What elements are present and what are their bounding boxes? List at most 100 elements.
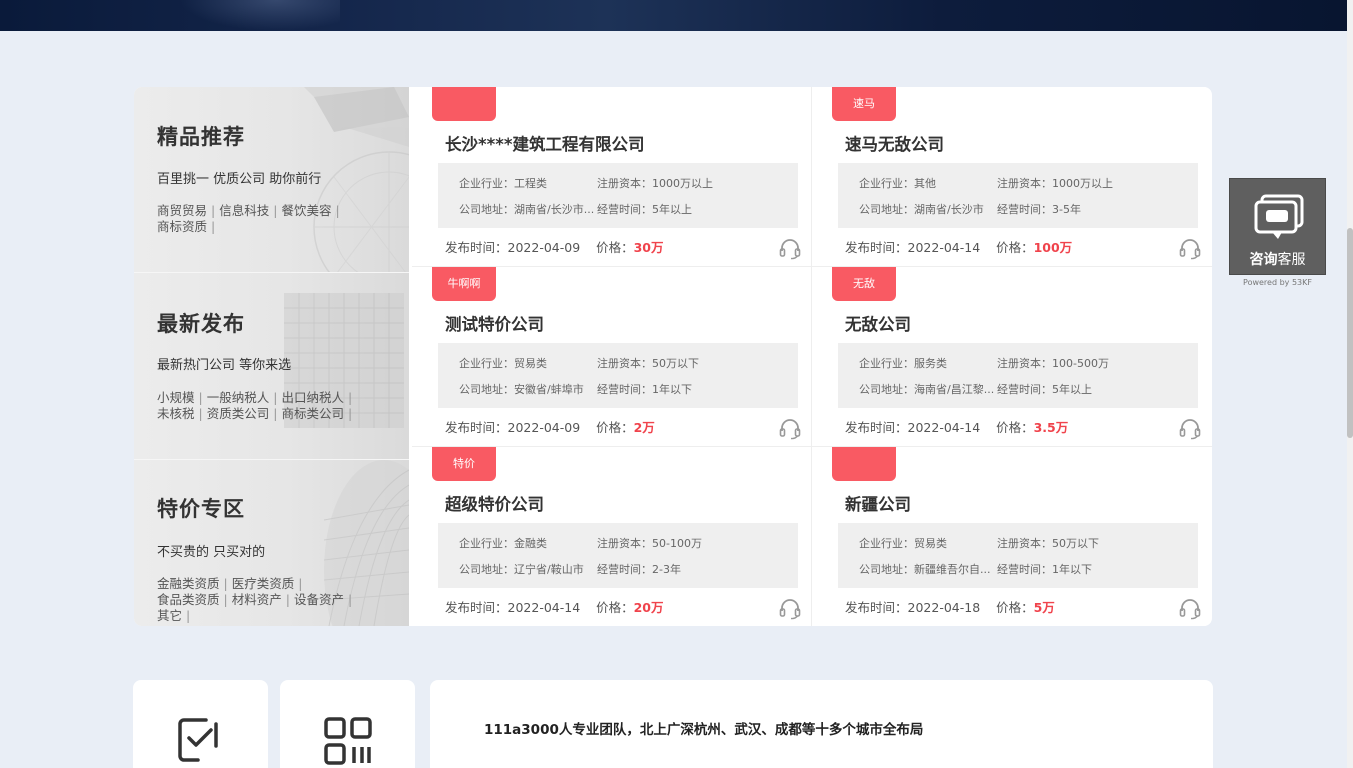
years-row: 经营时间：2-3年 (597, 563, 681, 576)
card-footer: 发布时间：2022-04-14 价格：3.5万 (845, 420, 1069, 435)
headset-icon[interactable] (778, 236, 802, 260)
team-headline: 111a3000人专业团队，北上广深杭州、武汉、成都等十多个城市全布局 (484, 722, 924, 738)
industry-value: 工程类 (514, 177, 547, 190)
industry-value: 其他 (914, 177, 936, 190)
industry-row: 企业行业：服务类 (859, 357, 947, 370)
tag-link[interactable]: 食品类资质 (157, 592, 220, 607)
industry-row: 企业行业：金融类 (459, 537, 547, 550)
tag-link[interactable]: 商标类公司 (281, 406, 344, 421)
headset-icon[interactable] (1178, 236, 1202, 260)
category-featured[interactable]: 精品推荐 百里挑一 优质公司 助你前行 商贸贸易 | 信息科技 | 餐饮美容 |商标资质 | (134, 87, 409, 273)
scrollbar-thumb[interactable] (1347, 228, 1353, 438)
tag-link[interactable]: 商贸贸易 (157, 203, 207, 218)
industry-value: 服务类 (914, 357, 947, 370)
tag-link[interactable]: 信息科技 (219, 203, 269, 218)
company-name[interactable]: 超级特价公司 (445, 491, 544, 515)
company-card[interactable]: 特价 超级特价公司 企业行业：金融类 注册资本：50-100万 公司地址：辽宁省… (412, 447, 811, 626)
address-row: 公司地址：安徽省/蚌埠市 (459, 383, 584, 396)
card-badge: 牛啊啊 (432, 267, 496, 301)
category-title: 精品推荐 (157, 125, 245, 149)
capital-value: 100-500万 (1052, 357, 1109, 370)
category-subtitle: 百里挑一 优质公司 助你前行 (157, 172, 322, 187)
publish-date: 2022-04-14 (907, 420, 981, 435)
category-title: 最新发布 (157, 312, 245, 336)
years-value: 2-3年 (652, 563, 681, 576)
company-info-box: 企业行业：工程类 注册资本：1000万以上 公司地址：湖南省/长沙市... 经营… (438, 163, 798, 228)
tag-link[interactable]: 设备资产 (294, 592, 344, 607)
company-name[interactable]: 长沙****建筑工程有限公司 (445, 131, 645, 155)
tag-link[interactable]: 餐饮美容 (281, 203, 331, 218)
category-tags: 金融类资质 | 医疗类资质 |食品类资质 | 材料资产 | 设备资产 |其它 | (157, 576, 353, 623)
tag-link[interactable]: 未核税 (157, 406, 195, 421)
tag-link[interactable]: 金融类资质 (157, 576, 220, 591)
company-name[interactable]: 测试特价公司 (445, 311, 544, 335)
company-card[interactable]: 牛啊啊 测试特价公司 企业行业：贸易类 注册资本：50万以下 公司地址：安徽省/… (412, 267, 811, 446)
category-latest[interactable]: 最新发布 最新热门公司 等你来选 小规模 | 一般纳税人 | 出口纳税人 |未核税 | 资质类… (134, 273, 409, 460)
address-row: 公司地址：新疆维吾尔自... (859, 563, 991, 576)
address-value: 安徽省/蚌埠市 (514, 383, 584, 396)
headset-icon[interactable] (1178, 596, 1202, 620)
tag-link[interactable]: 一般纳税人 (207, 390, 270, 405)
address-row: 公司地址：辽宁省/鞍山市 (459, 563, 584, 576)
company-info-box: 企业行业：其他 注册资本：1000万以上 公司地址：湖南省/长沙市 经营时间：3… (838, 163, 1198, 228)
address-value: 湖南省/长沙市... (514, 203, 595, 216)
price-value: 20万 (633, 600, 664, 615)
capital-row: 注册资本：100-500万 (997, 357, 1109, 370)
capital-row: 注册资本：1000万以上 (597, 177, 713, 190)
company-card[interactable]: 速马 速马无敌公司 企业行业：其他 注册资本：1000万以上 公司地址：湖南省/… (812, 87, 1211, 266)
online-service-button[interactable]: 咨询客服 (1229, 178, 1326, 275)
category-tags: 商贸贸易 | 信息科技 | 餐饮美容 |商标资质 | (157, 203, 340, 234)
category-subtitle: 不买贵的 只买对的 (157, 545, 266, 560)
publish-date: 2022-04-09 (507, 420, 581, 435)
price-value: 30万 (633, 240, 664, 255)
capital-value: 1000万以上 (652, 177, 713, 190)
address-row: 公司地址：湖南省/长沙市... (459, 203, 595, 216)
capital-row: 注册资本：1000万以上 (997, 177, 1113, 190)
card-badge (832, 447, 896, 481)
service-label: 咨询客服 (1249, 252, 1306, 268)
address-value: 辽宁省/鞍山市 (514, 563, 584, 576)
publish-date: 2022-04-14 (907, 240, 981, 255)
card-badge (432, 87, 496, 121)
category-subtitle: 最新热门公司 等你来选 (157, 358, 292, 373)
powered-by-text: Powered by 53KF (1243, 278, 1312, 287)
capital-value: 50万以下 (652, 357, 699, 370)
building-deco-image (284, 293, 404, 428)
publish-date: 2022-04-14 (507, 600, 581, 615)
category-special-price[interactable]: 特价专区 不买贵的 只买对的 金融类资质 | 医疗类资质 |食品类资质 | 材料资产 | 设备… (134, 460, 409, 626)
company-name[interactable]: 无敌公司 (845, 311, 911, 335)
tag-link[interactable]: 出口纳税人 (281, 390, 344, 405)
years-value: 1年以下 (652, 383, 692, 396)
headset-icon[interactable] (1178, 416, 1202, 440)
qr-code-icon (324, 717, 372, 765)
headset-icon[interactable] (778, 596, 802, 620)
category-title: 特价专区 (157, 497, 245, 521)
tag-link[interactable]: 其它 (157, 608, 182, 623)
tag-link[interactable]: 医疗类资质 (232, 576, 295, 591)
page-scrollbar[interactable] (1347, 0, 1353, 768)
years-row: 经营时间：1年以下 (597, 383, 692, 396)
company-info-box: 企业行业：金融类 注册资本：50-100万 公司地址：辽宁省/鞍山市 经营时间：… (438, 523, 798, 588)
capital-row: 注册资本：50-100万 (597, 537, 702, 550)
feature-card-check[interactable] (133, 680, 268, 768)
tag-link[interactable]: 商标资质 (157, 219, 207, 234)
feature-card-qr[interactable] (280, 680, 415, 768)
category-column: 精品推荐 百里挑一 优质公司 助你前行 商贸贸易 | 信息科技 | 餐饮美容 |商标资质 | (134, 87, 409, 626)
company-grid: 长沙****建筑工程有限公司 企业行业：工程类 注册资本：1000万以上 公司地… (412, 87, 1212, 626)
category-tags: 小规模 | 一般纳税人 | 出口纳税人 |未核税 | 资质类公司 | 商标类公司 | (157, 390, 353, 421)
tag-link[interactable]: 资质类公司 (207, 406, 270, 421)
company-card[interactable]: 无敌 无敌公司 企业行业：服务类 注册资本：100-500万 公司地址：海南省/… (812, 267, 1211, 446)
years-row: 经营时间：3-5年 (997, 203, 1081, 216)
years-row: 经营时间：5年以上 (997, 383, 1092, 396)
company-card[interactable]: 长沙****建筑工程有限公司 企业行业：工程类 注册资本：1000万以上 公司地… (412, 87, 811, 266)
headset-icon[interactable] (778, 416, 802, 440)
tag-link[interactable]: 小规模 (157, 390, 195, 405)
price-value: 100万 (1033, 240, 1073, 255)
address-value: 新疆维吾尔自... (914, 563, 991, 576)
company-name[interactable]: 速马无敌公司 (845, 131, 944, 155)
company-showcase-panel: 精品推荐 百里挑一 优质公司 助你前行 商贸贸易 | 信息科技 | 餐饮美容 |商标资质 | (134, 87, 1212, 626)
top-banner (0, 0, 1347, 31)
company-card[interactable]: 新疆公司 企业行业：贸易类 注册资本：50万以下 公司地址：新疆维吾尔自... … (812, 447, 1211, 626)
tag-link[interactable]: 材料资产 (232, 592, 282, 607)
company-name[interactable]: 新疆公司 (845, 491, 911, 515)
